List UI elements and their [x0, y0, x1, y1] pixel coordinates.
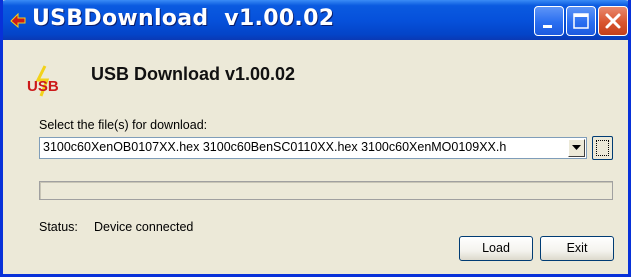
dropdown-button[interactable] — [568, 139, 585, 157]
browse-icon — [596, 140, 609, 156]
close-button[interactable] — [598, 6, 628, 36]
status-label: Status: — [39, 220, 78, 234]
maximize-icon — [573, 13, 589, 29]
window-title: USBDownload v1.00.02 — [32, 6, 335, 31]
download-progress-bar — [39, 181, 613, 200]
file-select-combobox[interactable]: 3100c60XenOB0107XX.hex 3100c60BenSC0110X… — [39, 137, 587, 159]
minimize-button[interactable] — [534, 6, 564, 36]
close-icon — [605, 13, 621, 29]
title-bar[interactable]: USBDownload v1.00.02 — [3, 0, 628, 40]
usb-logo: USB — [27, 65, 59, 97]
load-button[interactable]: Load — [459, 236, 533, 261]
usb-logo-text: USB — [27, 78, 59, 95]
minimize-icon — [543, 25, 552, 28]
header-title: USB Download v1.00.02 — [91, 64, 296, 84]
file-select-label: Select the file(s) for download: — [39, 118, 208, 132]
chevron-down-icon — [572, 145, 581, 150]
app-window: USBDownload v1.00.02 USB USB Download v1… — [0, 0, 631, 277]
file-select-value: 3100c60XenOB0107XX.hex 3100c60BenSC0110X… — [43, 140, 507, 154]
status-value: Device connected — [94, 220, 194, 234]
usb-logo-icon — [10, 12, 26, 29]
browse-button[interactable] — [592, 136, 613, 160]
exit-button[interactable]: Exit — [540, 236, 614, 261]
maximize-button[interactable] — [566, 6, 596, 36]
